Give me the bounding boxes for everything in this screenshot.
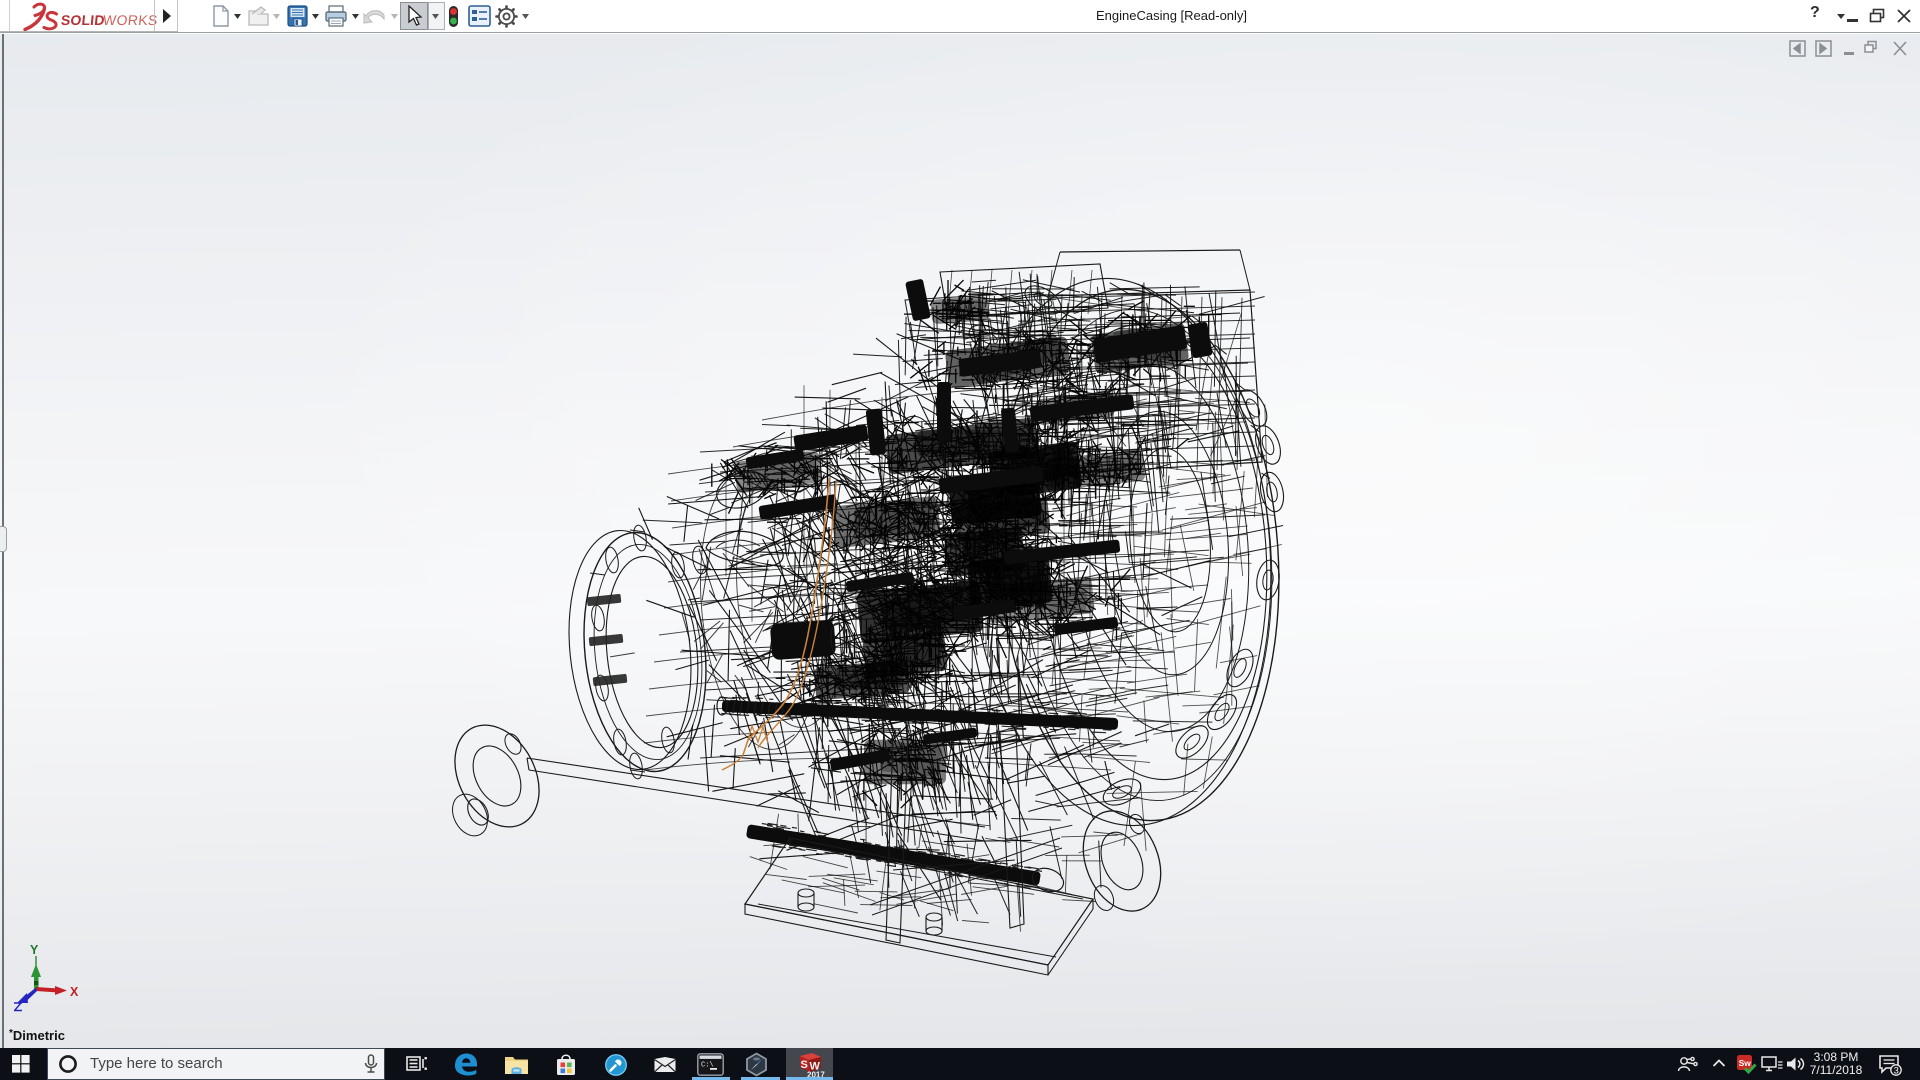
svg-text:WORKS: WORKS <box>102 12 158 28</box>
svg-text:S: S <box>801 1059 808 1071</box>
svg-text:X: X <box>70 985 79 999</box>
svg-text:Y: Y <box>30 943 39 957</box>
svg-text:Sw: Sw <box>1739 1058 1752 1068</box>
svg-text:SOLID: SOLID <box>60 12 105 28</box>
svg-text:3: 3 <box>1894 1066 1899 1076</box>
